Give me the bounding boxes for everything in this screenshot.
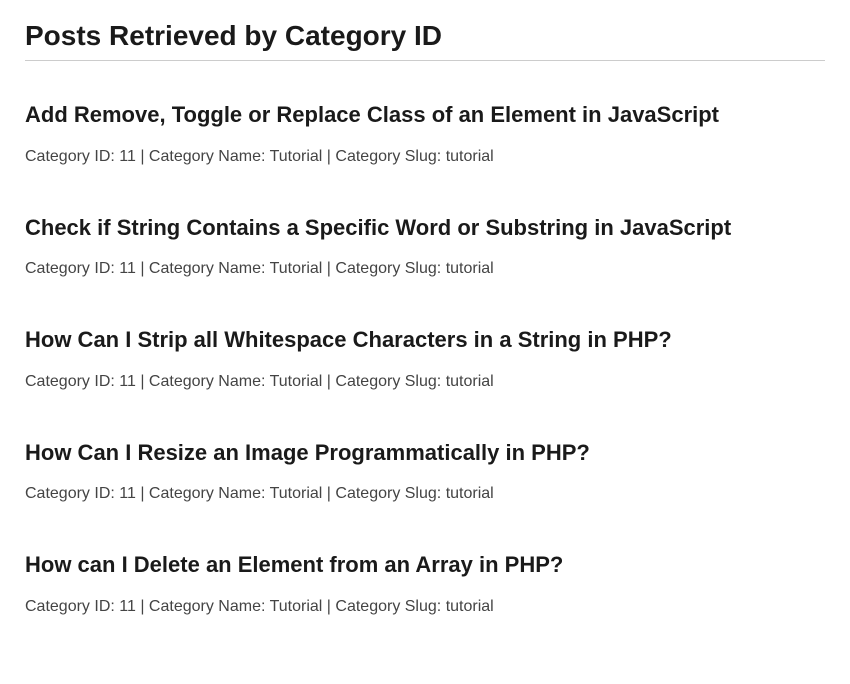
meta-category-name-value: Tutorial [270,373,323,390]
meta-category-id-value: 11 [119,148,136,165]
post-title: Add Remove, Toggle or Replace Class of a… [25,101,825,130]
post-meta: Category ID: 11 | Category Name: Tutoria… [25,373,825,391]
meta-category-id-label: Category ID: [25,260,115,277]
post-item: How Can I Resize an Image Programmatical… [25,439,825,504]
meta-category-slug-label: Category Slug: [335,148,441,165]
post-item: How can I Delete an Element from an Arra… [25,551,825,616]
post-title: How Can I Strip all Whitespace Character… [25,326,825,355]
meta-category-id-value: 11 [119,485,136,502]
post-meta: Category ID: 11 | Category Name: Tutoria… [25,148,825,166]
meta-category-slug-value: tutorial [446,598,494,615]
meta-category-name-value: Tutorial [270,260,323,277]
meta-category-slug-value: tutorial [446,485,494,502]
post-item: Check if String Contains a Specific Word… [25,214,825,279]
meta-category-slug-label: Category Slug: [335,598,441,615]
meta-category-id-value: 11 [119,260,136,277]
meta-separator: | [322,148,335,165]
meta-category-id-label: Category ID: [25,598,115,615]
post-meta: Category ID: 11 | Category Name: Tutoria… [25,260,825,278]
meta-category-id-label: Category ID: [25,485,115,502]
meta-separator: | [136,485,149,502]
post-title: How Can I Resize an Image Programmatical… [25,439,825,468]
posts-list: Add Remove, Toggle or Replace Class of a… [25,101,825,616]
post-item: Add Remove, Toggle or Replace Class of a… [25,101,825,166]
meta-category-id-label: Category ID: [25,373,115,390]
meta-category-name-label: Category Name: [149,260,266,277]
post-title: Check if String Contains a Specific Word… [25,214,825,243]
meta-separator: | [322,373,335,390]
meta-separator: | [136,598,149,615]
post-item: How Can I Strip all Whitespace Character… [25,326,825,391]
meta-category-name-label: Category Name: [149,373,266,390]
meta-separator: | [136,373,149,390]
meta-category-name-label: Category Name: [149,485,266,502]
meta-category-slug-value: tutorial [446,148,494,165]
meta-category-slug-value: tutorial [446,260,494,277]
meta-category-id-value: 11 [119,598,136,615]
meta-category-slug-label: Category Slug: [335,373,441,390]
meta-category-name-value: Tutorial [270,598,323,615]
meta-separator: | [322,260,335,277]
meta-category-name-label: Category Name: [149,148,266,165]
meta-separator: | [322,485,335,502]
meta-category-slug-label: Category Slug: [335,485,441,502]
post-title: How can I Delete an Element from an Arra… [25,551,825,580]
meta-category-name-value: Tutorial [270,148,323,165]
meta-separator: | [322,598,335,615]
post-meta: Category ID: 11 | Category Name: Tutoria… [25,598,825,616]
meta-category-id-label: Category ID: [25,148,115,165]
meta-category-slug-label: Category Slug: [335,260,441,277]
meta-category-id-value: 11 [119,373,136,390]
meta-category-slug-value: tutorial [446,373,494,390]
page-title: Posts Retrieved by Category ID [25,20,825,61]
post-meta: Category ID: 11 | Category Name: Tutoria… [25,485,825,503]
meta-separator: | [136,148,149,165]
meta-separator: | [136,260,149,277]
meta-category-name-label: Category Name: [149,598,266,615]
meta-category-name-value: Tutorial [270,485,323,502]
